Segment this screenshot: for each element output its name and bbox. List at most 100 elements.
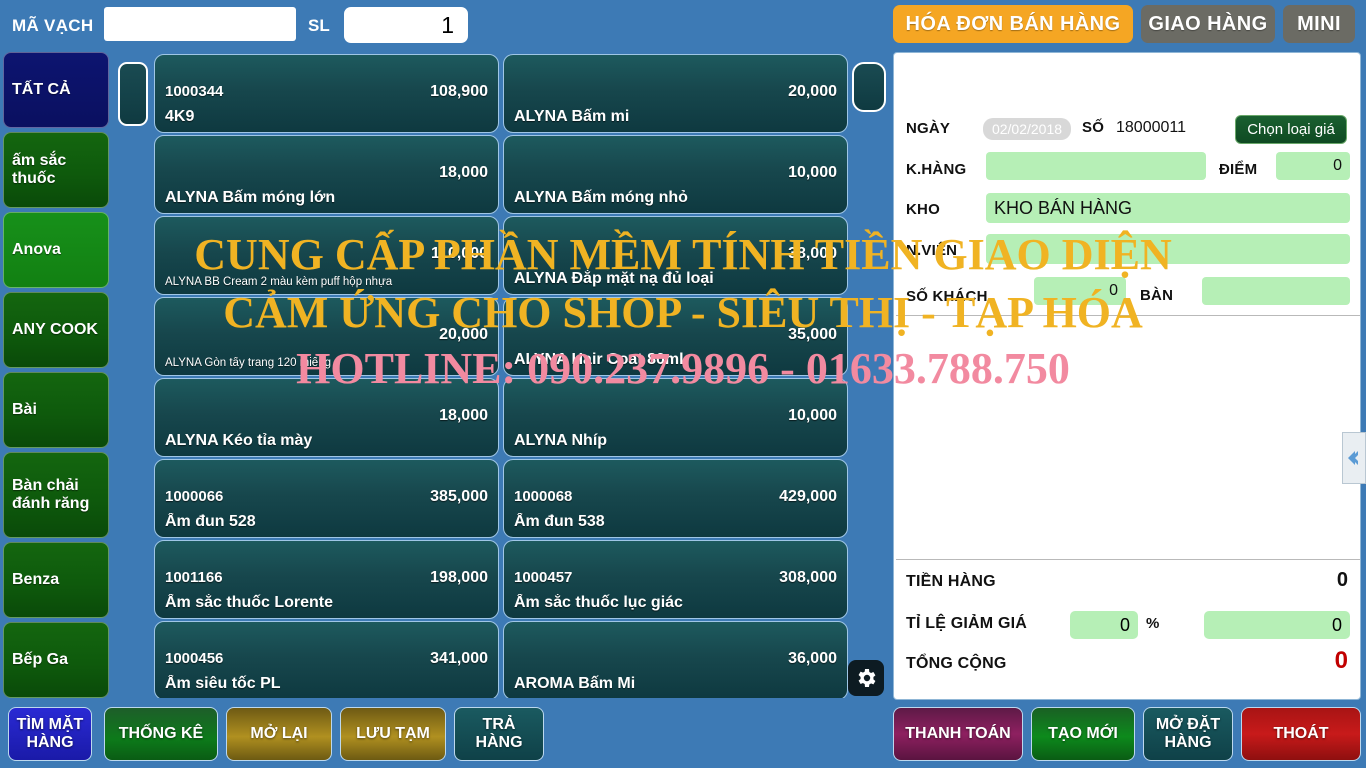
product-grid[interactable]: 1000344 108,900 4K9 20,000 ALYNA Bấm mi 18,00… — [154, 54, 848, 698]
reopen-button[interactable]: MỞ LẠI — [226, 707, 332, 761]
product-name: ALYNA BB Cream 2 màu kèm puff hộp nhựa — [165, 276, 393, 288]
sidebar-item-7[interactable]: Bếp Ga — [3, 622, 109, 698]
invoice-number-label: SỐ — [1082, 119, 1105, 136]
select-price-type-button[interactable]: Chọn loại giá — [1235, 115, 1347, 144]
product-card[interactable]: 110,000 ALYNA BB Cream 2 màu kèm puff hộp… — [154, 216, 499, 295]
product-name: ALYNA Gòn tẩy trang 120 miếng — [165, 357, 331, 369]
product-price: 429,000 — [779, 488, 837, 505]
product-card[interactable]: 1000066 385,000 Ấm đun 528 — [154, 459, 499, 538]
sidebar-item-4[interactable]: Bài — [3, 372, 109, 448]
product-name: ALYNA Nhíp — [514, 432, 608, 449]
points-input[interactable] — [1276, 152, 1350, 180]
sidebar-item-label: ANY COOK — [12, 321, 98, 339]
sidebar-item-label: TẤT CẢ — [12, 81, 71, 99]
product-price: 38,000 — [788, 245, 837, 262]
product-card[interactable]: 1000456 341,000 Ấm siêu tốc PL — [154, 621, 499, 698]
scroll-up-button-right[interactable] — [852, 62, 886, 112]
product-name: AROMA Bấm Mi — [514, 675, 636, 692]
product-card[interactable]: 36,000 AROMA Bấm Mi — [503, 621, 848, 698]
warehouse-input[interactable] — [986, 193, 1350, 223]
tab-mini[interactable]: MINI — [1283, 5, 1355, 43]
panel-divider — [896, 315, 1360, 316]
sidebar-item-2[interactable]: Anova — [3, 212, 109, 288]
product-card[interactable]: 1000068 429,000 Ấm đun 538 — [503, 459, 848, 538]
product-name: ALYNA Kéo tỉa mày — [165, 432, 313, 449]
product-price: 20,000 — [439, 326, 488, 343]
product-name: Ấm sắc thuốc lục giác — [514, 594, 683, 611]
sidebar-item-label: ấm sắc thuốc — [12, 152, 67, 187]
product-card[interactable]: 38,000 ALYNA Đắp mặt nạ đủ loại — [503, 216, 848, 295]
barcode-input[interactable] — [104, 7, 296, 41]
product-card[interactable]: 1000457 308,000 Ấm sắc thuốc lục giác — [503, 540, 848, 619]
find-item-button[interactable]: TÌM MẶT HÀNG — [8, 707, 92, 761]
sidebar-item-label: Bàn chải đánh răng — [12, 477, 90, 512]
guests-label: SỐ KHÁCH — [906, 288, 988, 305]
product-name: ALYNA Đắp mặt nạ đủ loại — [514, 270, 714, 287]
staff-label: N.VIÊN — [906, 242, 958, 259]
checkout-button[interactable]: THANH TOÁN — [893, 707, 1023, 761]
product-code: 1000066 — [165, 488, 224, 505]
discount-amount-input[interactable] — [1204, 611, 1350, 639]
totals-section: TIỀN HÀNG 0 TỈ LỆ GIẢM GIÁ % TỔNG CỘNG 0 — [894, 561, 1362, 699]
product-card[interactable]: 20,000 ALYNA Bấm mi — [503, 54, 848, 133]
product-card[interactable]: 1000344 108,900 4K9 — [154, 54, 499, 133]
invoice-panel: NGÀY 02/02/2018 SỐ 18000011 Chọn loại gi… — [893, 52, 1361, 700]
sidebar-item-label: Bài — [12, 401, 37, 419]
pos-application: MÃ VẠCH SL HÓA ĐƠN BÁN HÀNG GIAO HÀNG MI… — [0, 0, 1366, 768]
product-card[interactable]: 18,000 ALYNA Kéo tỉa mày — [154, 378, 499, 457]
chevron-left-icon[interactable] — [1342, 432, 1366, 484]
product-name: ALYNA Bấm móng lớn — [165, 189, 336, 206]
sidebar-item-label: Bếp Ga — [12, 651, 69, 669]
product-name: ALYNA Bấm móng nhỏ — [514, 189, 688, 206]
product-price: 36,000 — [788, 650, 837, 667]
staff-input[interactable] — [986, 234, 1350, 264]
product-price: 10,000 — [788, 164, 837, 181]
discount-percent-input[interactable] — [1070, 611, 1138, 639]
tab-sales-invoice[interactable]: HÓA ĐƠN BÁN HÀNG — [893, 5, 1133, 43]
return-goods-button[interactable]: TRẢ HÀNG — [454, 707, 544, 761]
sidebar-item-0[interactable]: TẤT CẢ — [3, 52, 109, 128]
product-card[interactable]: 35,000 ALYNA Hair Coat 80ml — [503, 297, 848, 376]
tab-delivery[interactable]: GIAO HÀNG — [1141, 5, 1275, 43]
sidebar-item-5[interactable]: Bàn chải đánh răng — [3, 452, 109, 538]
quantity-label: SL — [308, 16, 330, 35]
exit-button[interactable]: THOÁT — [1241, 707, 1361, 761]
sidebar-item-label: Anova — [12, 241, 61, 259]
product-card[interactable]: 10,000 ALYNA Bấm móng nhỏ — [503, 135, 848, 214]
open-order-button[interactable]: MỞ ĐẶT HÀNG — [1143, 707, 1233, 761]
customer-label: K.HÀNG — [906, 161, 967, 178]
sidebar-item-6[interactable]: Benza — [3, 542, 109, 618]
gear-icon[interactable] — [848, 660, 884, 696]
sidebar-item-3[interactable]: ANY COOK — [3, 292, 109, 368]
new-invoice-button[interactable]: TẠO MỚI — [1031, 707, 1135, 761]
sidebar-item-1[interactable]: ấm sắc thuốc — [3, 132, 109, 208]
product-card[interactable]: 20,000 ALYNA Gòn tẩy trang 120 miếng — [154, 297, 499, 376]
invoice-number-value: 18000011 — [1116, 119, 1186, 136]
product-card[interactable]: 10,000 ALYNA Nhíp — [503, 378, 848, 457]
scroll-up-button-left[interactable] — [118, 62, 148, 126]
statistics-button[interactable]: THỐNG KÊ — [104, 707, 218, 761]
product-card[interactable]: 18,000 ALYNA Bấm móng lớn — [154, 135, 499, 214]
product-price: 385,000 — [430, 488, 488, 505]
table-label: BÀN — [1140, 287, 1174, 304]
product-name: Ấm sắc thuốc Lorente — [165, 594, 334, 611]
table-input[interactable] — [1202, 277, 1350, 305]
product-name: Ấm đun 528 — [165, 513, 256, 530]
product-code: 1000068 — [514, 488, 573, 505]
product-name: 4K9 — [165, 108, 195, 125]
points-label: ĐIỂM — [1219, 161, 1258, 178]
guests-input[interactable] — [1034, 277, 1126, 305]
date-value[interactable]: 02/02/2018 — [983, 118, 1071, 140]
product-price: 198,000 — [430, 569, 488, 586]
customer-input[interactable] — [986, 152, 1206, 180]
product-card[interactable]: 1001166 198,000 Ấm sắc thuốc Lorente — [154, 540, 499, 619]
subtotal-value: 0 — [1336, 569, 1348, 591]
product-price: 110,000 — [431, 245, 488, 262]
product-price: 10,000 — [788, 407, 837, 424]
hold-invoice-button[interactable]: LƯU TẠM — [340, 707, 446, 761]
line-items-divider — [896, 559, 1360, 560]
category-sidebar[interactable]: TẤT CẢ ấm sắc thuốc Anova ANY COOK Bài Bàn ch… — [0, 52, 112, 700]
product-code: 1000344 — [165, 83, 224, 100]
quantity-input[interactable] — [344, 7, 468, 43]
product-price: 18,000 — [439, 164, 488, 181]
